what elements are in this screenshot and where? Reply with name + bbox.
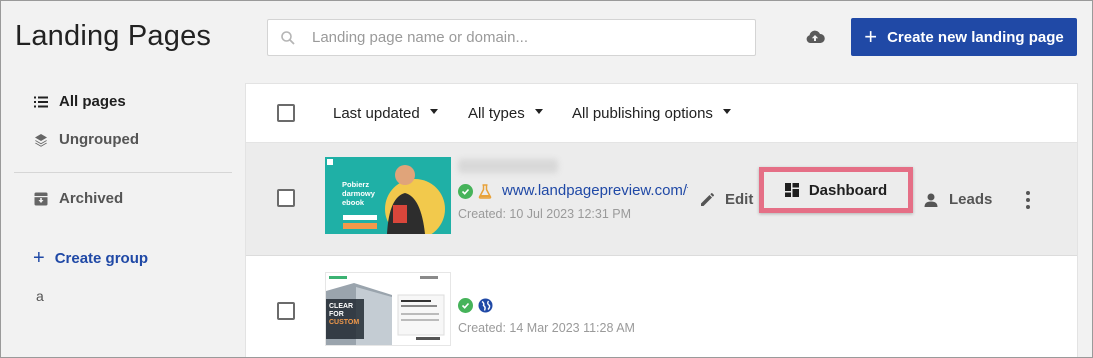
plus-icon: + — [33, 247, 45, 269]
page-title: Landing Pages — [15, 20, 212, 52]
sidebar-item-all-pages[interactable]: All pages — [33, 93, 126, 110]
caret-down-icon — [722, 109, 731, 114]
page-name-blurred — [458, 159, 558, 173]
list-icon — [33, 94, 49, 110]
row-checkbox[interactable] — [277, 189, 295, 207]
type-dropdown[interactable]: All types — [468, 105, 543, 122]
create-landing-page-button[interactable]: + Create new landing page — [851, 18, 1077, 56]
leads-button[interactable]: Leads — [923, 191, 992, 208]
status-icons — [458, 184, 492, 199]
dashboard-button[interactable]: Dashboard — [767, 174, 905, 206]
sidebar-item-archived[interactable]: Archived — [33, 190, 123, 207]
upload-cloud-icon[interactable] — [803, 26, 827, 48]
thumbnail-text: ebook — [342, 198, 365, 207]
table-row[interactable]: Pobierz darmowy ebook www.landpageprevie… — [246, 143, 1077, 256]
sidebar-item-ungrouped[interactable]: Ungrouped — [33, 131, 139, 148]
search-icon — [280, 30, 296, 46]
thumbnail-text: FOR — [329, 311, 344, 318]
thumbnail-text: Pobierz — [342, 180, 370, 189]
sidebar-item-label: Archived — [59, 190, 124, 207]
create-group-button[interactable]: + Create group — [33, 248, 148, 268]
filter-bar: Last updated All types All publishing op… — [246, 84, 1077, 143]
type-dropdown-label: All types — [468, 105, 525, 122]
status-icons — [458, 298, 493, 313]
sidebar-item-label: Ungrouped — [59, 131, 139, 148]
thumbnail-text: darmowy — [342, 189, 375, 198]
create-group-label: Create group — [54, 249, 149, 267]
person-icon — [923, 192, 939, 208]
thumbnail-text: CUSTOM — [329, 319, 360, 326]
caret-down-icon — [534, 109, 543, 114]
thumbnail-text: CLEAR — [329, 303, 354, 310]
archive-icon — [33, 191, 49, 207]
create-landing-page-label: Create new landing page — [887, 28, 1064, 46]
plus-icon: + — [864, 24, 878, 49]
dashboard-label: Dashboard — [808, 181, 888, 199]
search-box[interactable] — [267, 19, 756, 56]
published-check-icon — [458, 298, 473, 313]
sidebar-item-label: All pages — [59, 93, 126, 110]
leads-label: Leads — [949, 191, 993, 208]
sort-dropdown-label: Last updated — [333, 105, 420, 122]
dashboard-icon — [784, 183, 799, 197]
edit-button[interactable]: Edit — [699, 191, 753, 208]
layers-icon — [33, 132, 49, 148]
page-thumbnail[interactable]: Pobierz darmowy ebook — [325, 157, 451, 234]
search-input[interactable] — [312, 29, 732, 46]
page-url-link[interactable]: www.landpagepreview.com/f — [502, 182, 688, 199]
sidebar-group-item[interactable]: a — [36, 288, 44, 304]
pencil-icon — [699, 192, 715, 208]
globe-icon — [478, 298, 493, 313]
publishing-dropdown-label: All publishing options — [572, 105, 713, 122]
sort-dropdown[interactable]: Last updated — [333, 105, 438, 122]
select-all-checkbox[interactable] — [277, 104, 295, 122]
caret-down-icon — [429, 109, 438, 114]
created-date: Created: 10 Jul 2023 12:31 PM — [458, 207, 632, 221]
table-row[interactable]: CLEAR FOR CUSTOM Created: 14 Mar 2023 11… — [246, 256, 1077, 358]
publishing-dropdown[interactable]: All publishing options — [572, 105, 731, 122]
page-thumbnail[interactable]: CLEAR FOR CUSTOM — [325, 272, 451, 346]
edit-label: Edit — [725, 191, 754, 208]
more-options-icon[interactable] — [1025, 191, 1031, 209]
created-date: Created: 14 Mar 2023 11:28 AM — [458, 321, 635, 335]
row-checkbox[interactable] — [277, 302, 295, 320]
sidebar-divider — [14, 172, 232, 173]
ab-test-flask-icon — [478, 184, 492, 199]
published-check-icon — [458, 184, 473, 199]
landing-pages-list: Last updated All types All publishing op… — [245, 83, 1078, 358]
